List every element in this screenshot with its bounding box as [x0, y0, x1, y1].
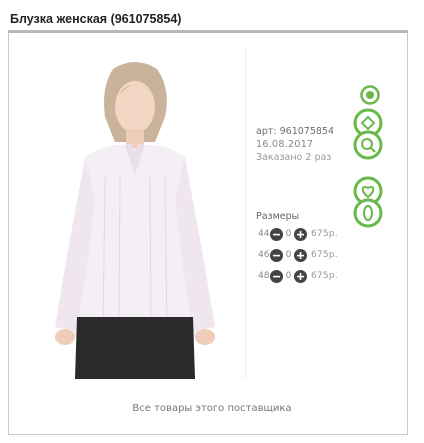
size-row-46: 46 0 675р.: [258, 246, 338, 264]
magnify-icon[interactable]: [353, 127, 383, 165]
size-value: 46: [258, 250, 270, 260]
plus-button[interactable]: [294, 227, 307, 241]
plus-button[interactable]: [294, 269, 307, 283]
leaf-icon[interactable]: [353, 195, 383, 233]
quantity-value: 0: [285, 271, 292, 281]
supplier-products-link[interactable]: Все товары этого поставщика: [0, 403, 424, 414]
minus-button[interactable]: [270, 269, 283, 283]
size-price: 675р.: [311, 271, 338, 281]
product-date: 16.08.2017: [256, 139, 314, 150]
ordered-count: Заказано 2 раз: [256, 152, 332, 163]
quantity-value: 0: [285, 229, 292, 239]
sizes-heading: Размеры: [256, 211, 300, 222]
size-value: 44: [258, 229, 270, 239]
product-title: Блузка женская (961075854): [10, 12, 182, 26]
quantity-value: 0: [285, 250, 292, 260]
blouse-image: [25, 47, 245, 379]
size-price: 675р.: [311, 250, 338, 260]
size-row-44: 44 0 675р.: [258, 225, 338, 243]
product-photo[interactable]: [25, 47, 245, 379]
size-row-48: 48 0 675р.: [258, 267, 338, 285]
size-value: 48: [258, 271, 270, 281]
divider: [245, 47, 246, 379]
product-info: арт: 961075854 16.08.2017 Заказано 2 раз: [256, 125, 334, 164]
minus-button[interactable]: [270, 227, 283, 241]
article-number: арт: 961075854: [256, 126, 335, 137]
minus-button[interactable]: [270, 248, 283, 262]
plus-button[interactable]: [294, 248, 307, 262]
size-price: 675р.: [311, 229, 338, 239]
